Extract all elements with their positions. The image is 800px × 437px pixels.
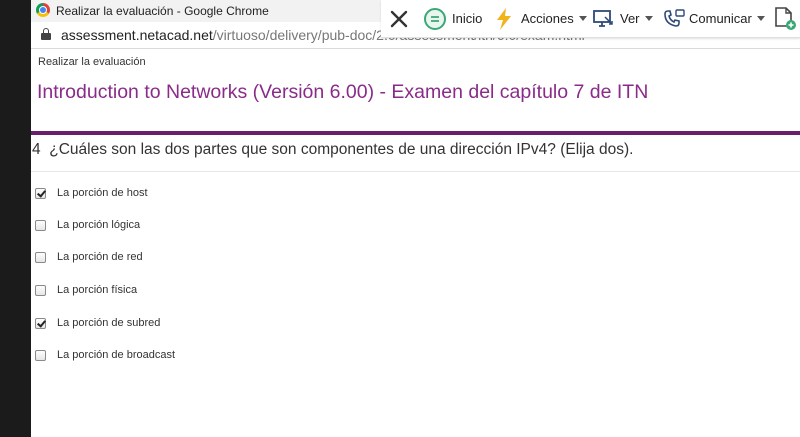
page-content [31,49,800,437]
chrome-icon [36,3,50,17]
option-label: La porción de red [57,251,143,263]
option-physical[interactable]: La porción física [35,282,137,298]
home-label: Inicio [452,11,483,26]
question-divider [31,171,800,172]
option-label: La porción lógica [57,219,141,231]
option-host[interactable]: La porción de host [35,185,148,201]
window-title: Realizar la evaluación - Google Chrome [56,4,269,18]
home-icon [424,7,446,30]
option-checkbox[interactable] [35,187,46,199]
url-host: assessment.netacad.net [61,27,213,43]
communicate-label: Comunicar [689,11,752,26]
option-checkbox[interactable] [35,251,46,263]
toolbar: Inicio Acciones Ver Comunicar [381,0,800,38]
actions-menu[interactable]: Acciones [494,0,587,37]
page-title: Introduction to Networks (Versión 6.00) … [37,81,649,103]
option-label: La porción de broadcast [57,349,176,361]
chevron-down-icon [644,16,653,21]
option-checkbox[interactable] [35,284,46,296]
option-logical[interactable]: La porción lógica [35,217,140,233]
option-label: La porción física [57,284,138,296]
communicate-menu[interactable]: Comunicar [662,0,765,37]
chevron-down-icon [578,16,587,21]
option-network[interactable]: La porción de red [35,249,143,265]
add-document-button[interactable] [773,0,797,37]
view-label: Ver [620,11,640,26]
lock-icon [41,28,51,40]
home-button[interactable]: Inicio [423,0,482,37]
phone-chat-icon [664,8,685,27]
option-subnet[interactable]: La porción de subred [35,315,160,331]
monitor-icon [593,9,613,27]
add-document-icon [775,6,796,30]
question-number: 4 [32,141,41,158]
question-prompt: ¿Cuáles son las dos partes que son compo… [49,141,634,158]
title-divider [31,131,800,135]
actions-label: Acciones [521,11,574,26]
close-button[interactable] [389,0,409,37]
left-dark-strip [0,0,31,437]
option-broadcast[interactable]: La porción de broadcast [35,347,175,363]
option-label: La porción de host [57,187,148,199]
option-checkbox[interactable] [35,349,46,361]
close-icon [390,10,408,27]
option-checkbox[interactable] [35,219,46,231]
breadcrumb: Realizar la evaluación [38,56,146,68]
lightning-icon [497,7,511,30]
option-checkbox[interactable] [35,317,46,329]
view-menu[interactable]: Ver [592,0,653,37]
option-label: La porción de subred [57,317,161,329]
question-text: 4 ¿Cuáles son las dos partes que son com… [32,141,633,159]
chevron-down-icon [756,16,765,21]
